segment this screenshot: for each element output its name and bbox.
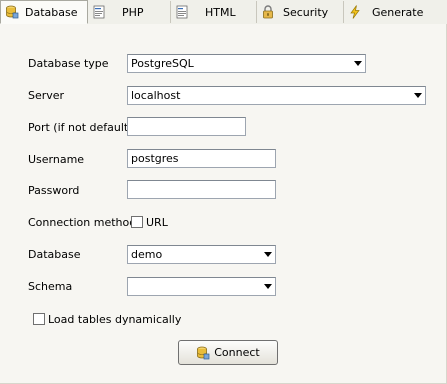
- lock-icon: [261, 5, 275, 19]
- schema-select[interactable]: [127, 277, 276, 296]
- username-label: Username: [28, 153, 85, 166]
- server-select[interactable]: localhost: [127, 86, 426, 105]
- load-tables-checkbox[interactable]: [33, 313, 45, 325]
- database-type-label: Database type: [28, 57, 109, 70]
- connect-button-label: Connect: [214, 346, 260, 359]
- tab-label: Generate: [372, 5, 424, 19]
- lightning-icon: [348, 5, 362, 19]
- tab-html[interactable]: HTML: [171, 1, 257, 23]
- server-label: Server: [28, 89, 65, 102]
- server-value: localhost: [131, 89, 181, 102]
- connection-method-label: Connection method: [28, 216, 137, 229]
- database-label: Database: [28, 248, 81, 261]
- load-tables-label: Load tables dynamically: [48, 313, 182, 326]
- database-icon: [5, 5, 19, 19]
- port-input[interactable]: [127, 117, 246, 136]
- schema-label: Schema: [28, 280, 73, 293]
- html-file-icon: [175, 5, 189, 19]
- tab-label: PHP: [122, 5, 144, 19]
- password-input[interactable]: [127, 180, 276, 199]
- tab-database[interactable]: Database: [0, 0, 88, 24]
- tab-label: Database: [25, 5, 78, 19]
- username-input[interactable]: postgres: [127, 149, 276, 168]
- url-checkbox[interactable]: [131, 216, 143, 228]
- database-settings-panel: [0, 24, 447, 384]
- chevron-down-icon: [414, 93, 422, 98]
- tab-label: Security: [283, 5, 329, 19]
- chevron-down-icon: [264, 284, 272, 289]
- database-icon: [196, 346, 210, 360]
- chevron-down-icon: [354, 61, 362, 66]
- tab-label: HTML: [205, 5, 236, 19]
- tab-security[interactable]: Security: [257, 1, 344, 23]
- database-type-select[interactable]: PostgreSQL: [127, 54, 366, 73]
- url-checkbox-label: URL: [146, 216, 168, 229]
- tab-php[interactable]: PHP: [88, 1, 171, 23]
- tab-generate[interactable]: Generate: [344, 1, 426, 23]
- port-label: Port (if not default): [28, 121, 133, 134]
- database-value: demo: [131, 248, 163, 261]
- php-file-icon: [92, 5, 106, 19]
- chevron-down-icon: [264, 252, 272, 257]
- database-select[interactable]: demo: [127, 245, 276, 264]
- username-value: postgres: [131, 152, 179, 165]
- tab-bar: Database PHP HTML Security Generate: [0, 0, 447, 25]
- password-label: Password: [28, 184, 80, 197]
- database-type-value: PostgreSQL: [131, 57, 194, 70]
- connect-button[interactable]: Connect: [178, 340, 278, 365]
